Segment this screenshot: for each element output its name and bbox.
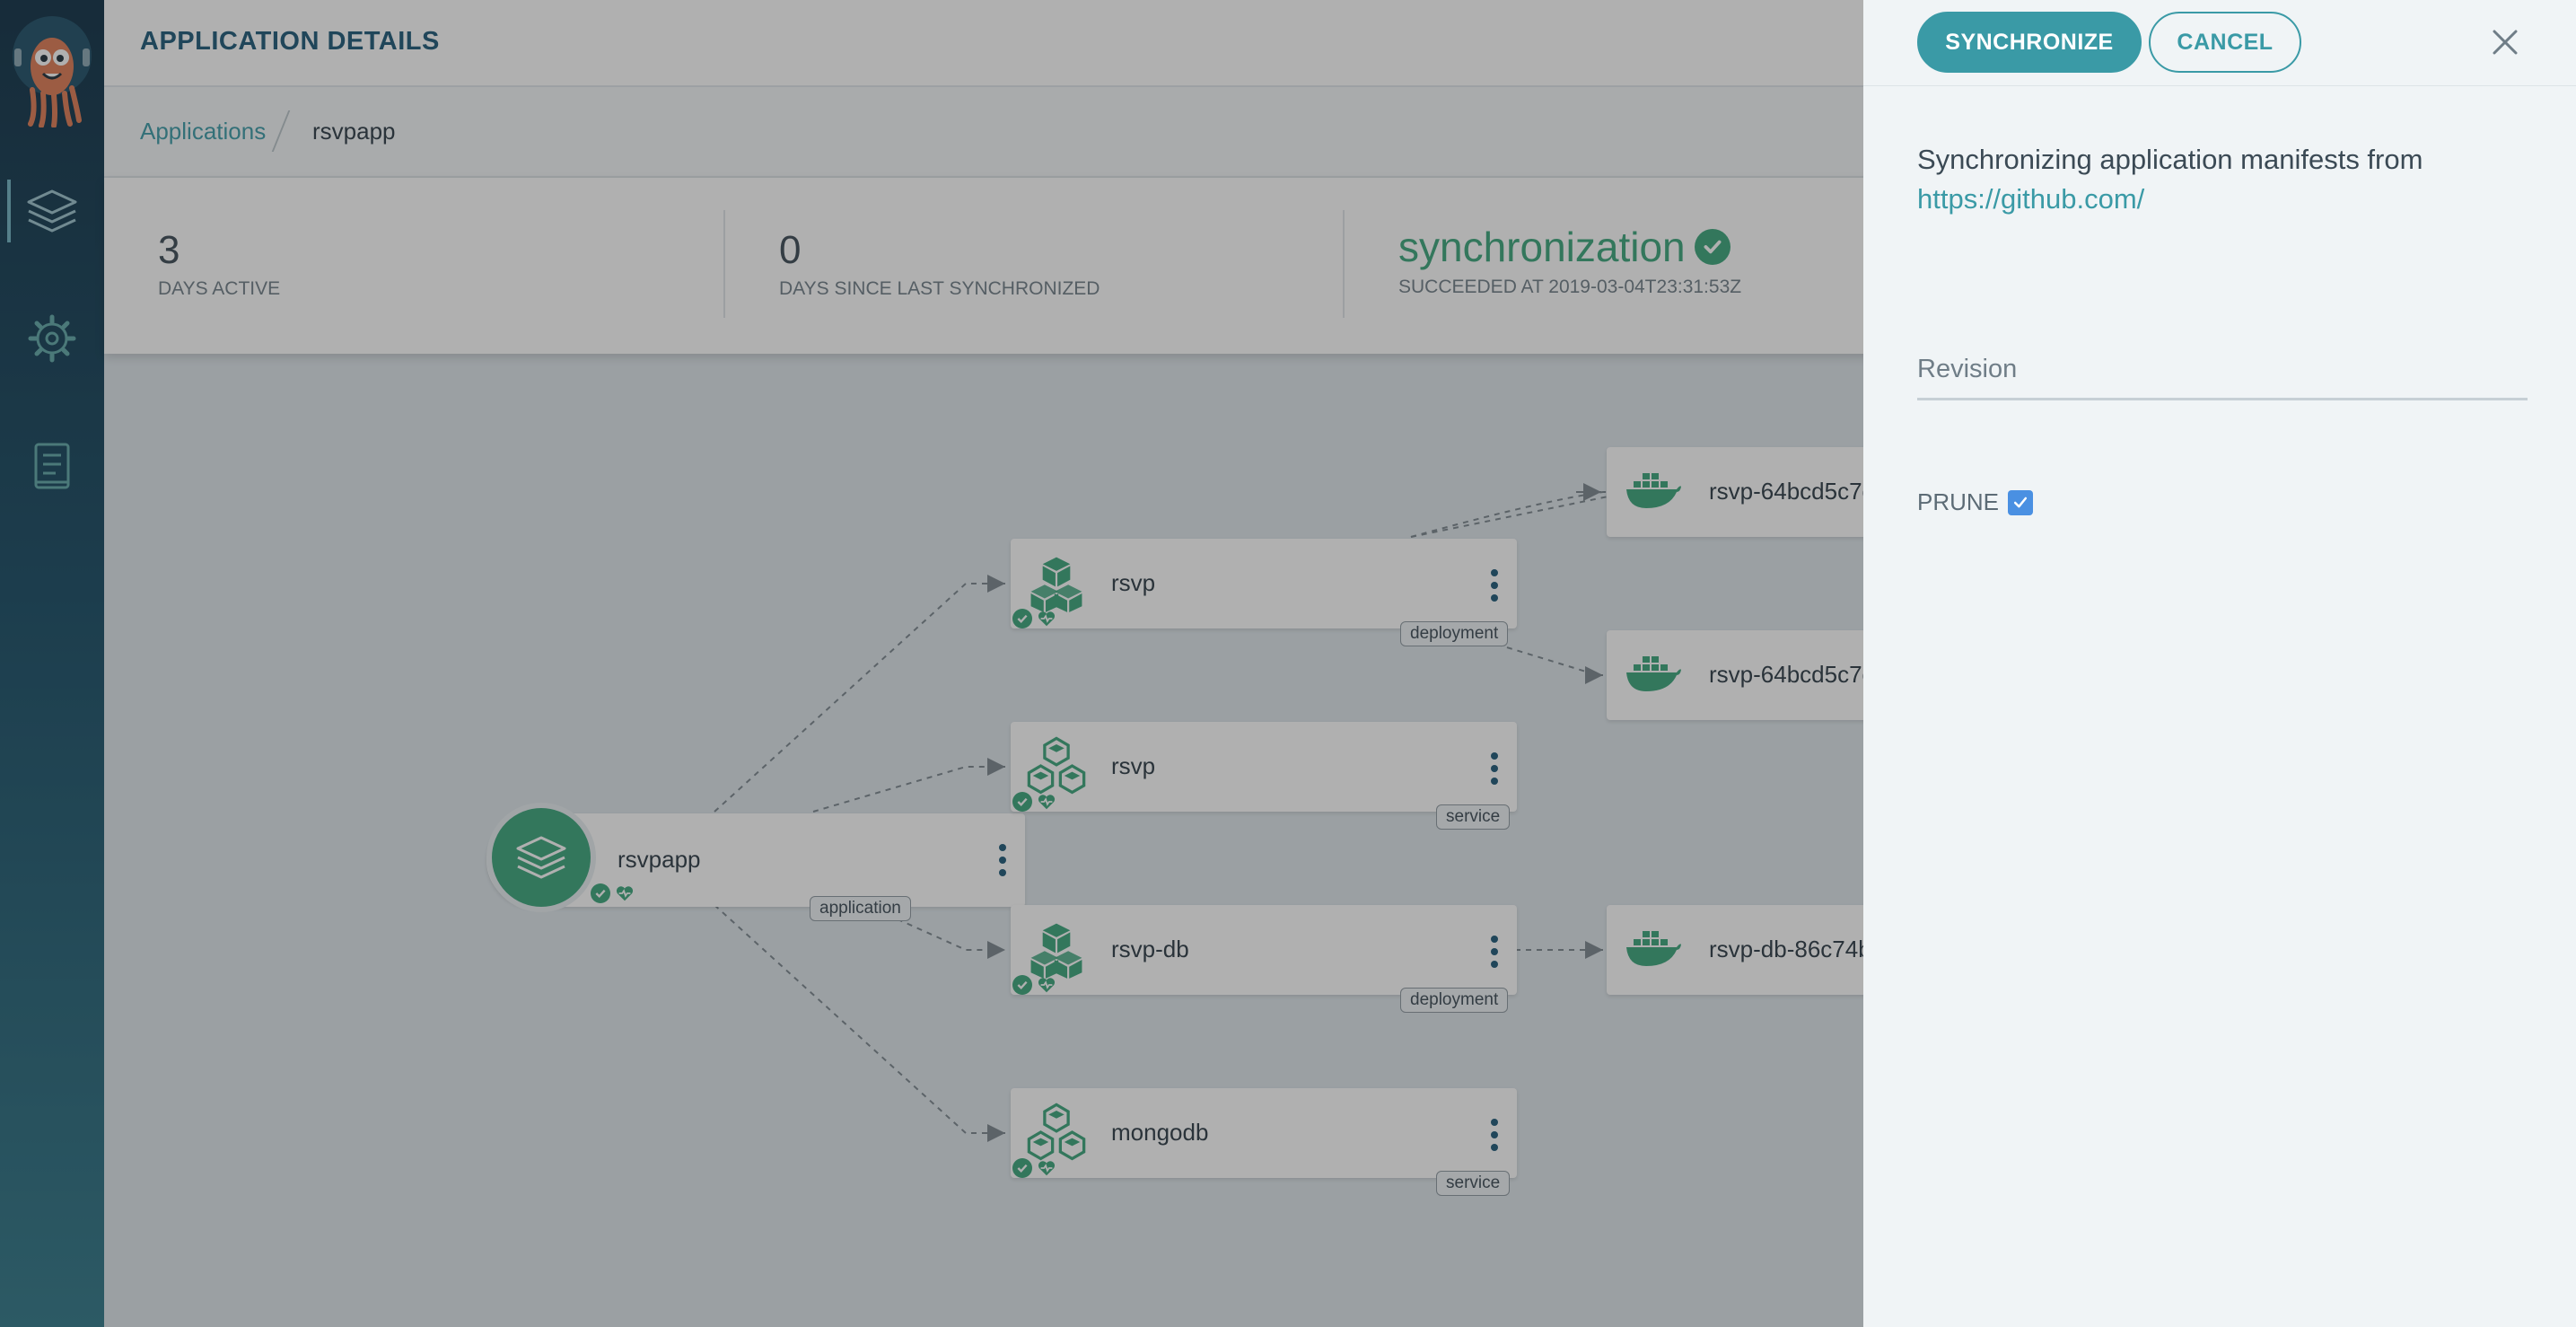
sync-message: Synchronizing application manifests from…: [1917, 140, 2423, 219]
checkbox-icon: [2013, 497, 2028, 507]
sync-message-text: Synchronizing application manifests from: [1917, 144, 2423, 175]
panel-header: SYNCHRONIZE CANCEL: [1863, 0, 2576, 86]
modal-backdrop[interactable]: [0, 0, 1863, 1327]
revision-input[interactable]: [1917, 350, 2528, 400]
prune-checkbox[interactable]: [2008, 489, 2034, 515]
cancel-button[interactable]: CANCEL: [2149, 12, 2301, 73]
synchronize-button[interactable]: SYNCHRONIZE: [1917, 12, 2142, 73]
prune-label: PRUNE: [1917, 488, 2000, 515]
repo-url-link[interactable]: https://github.com/: [1917, 180, 2423, 219]
close-icon[interactable]: [2490, 27, 2520, 57]
sync-panel: SYNCHRONIZE CANCEL Synchronizing applica…: [1863, 0, 2576, 1327]
prune-option: PRUNE: [1917, 488, 2034, 516]
